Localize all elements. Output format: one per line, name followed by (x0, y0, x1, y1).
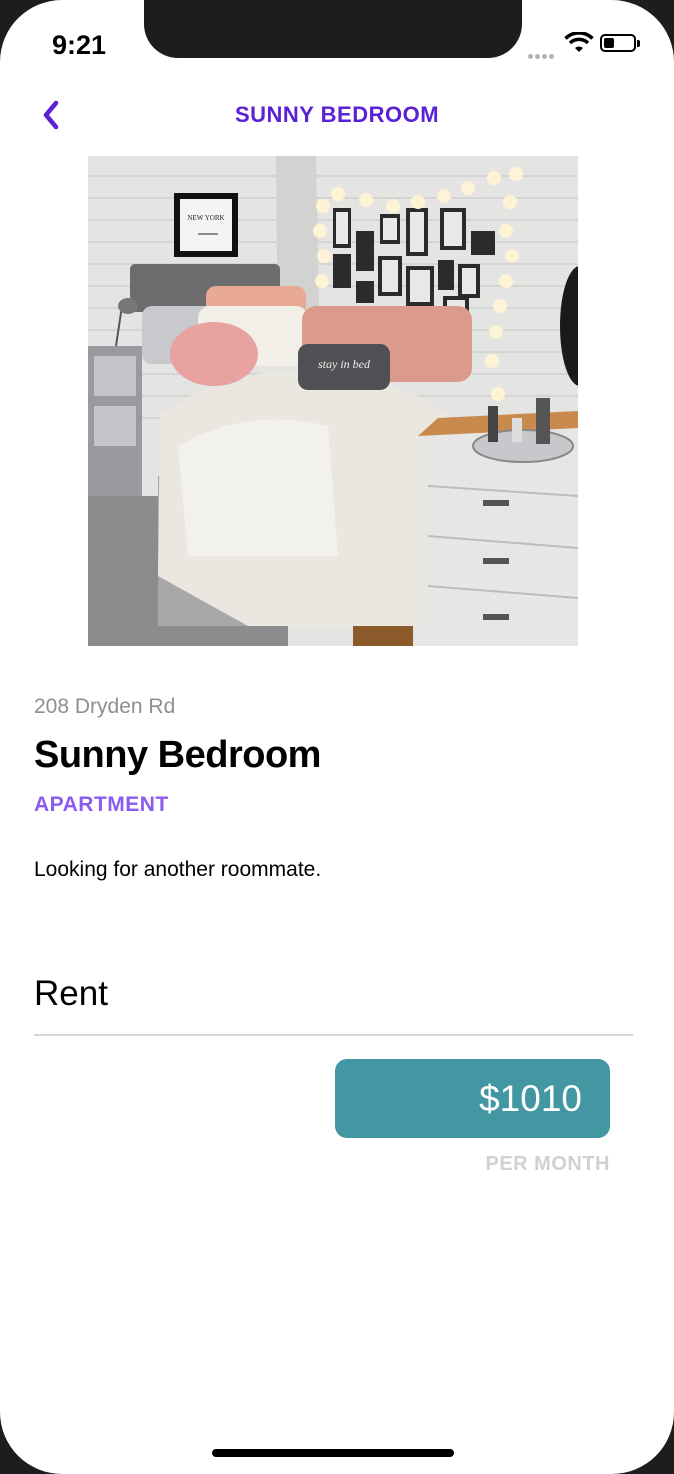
listing-type: APARTMENT (34, 793, 169, 816)
wall-frame-text: NEW YORK (187, 214, 224, 222)
notch (144, 0, 522, 58)
listing-photo: NEW YORK stay in bed (88, 156, 578, 646)
rent-heading: Rent (34, 974, 108, 1013)
nav-title: SUNNY BEDROOM (234, 102, 440, 127)
battery-tip (637, 40, 640, 47)
listing-title: Sunny Bedroom (34, 734, 321, 776)
status-time: 9:21 (52, 30, 107, 60)
listing-description: Looking for another roommate. (34, 858, 322, 881)
battery-icon (600, 34, 636, 52)
listing-address: 208 Dryden Rd (34, 695, 176, 718)
signal-icon (528, 46, 556, 64)
home-indicator[interactable] (212, 1449, 454, 1457)
price-period: PER MONTH (485, 1153, 610, 1175)
price-button[interactable]: $1010 (335, 1059, 610, 1138)
divider (34, 1034, 633, 1036)
wifi-icon (564, 32, 594, 52)
phone-screen: 9:21 SUNNY BEDROOM NEW YORK stay in bed … (0, 0, 674, 1474)
pillow-text: stay in bed (318, 357, 371, 371)
